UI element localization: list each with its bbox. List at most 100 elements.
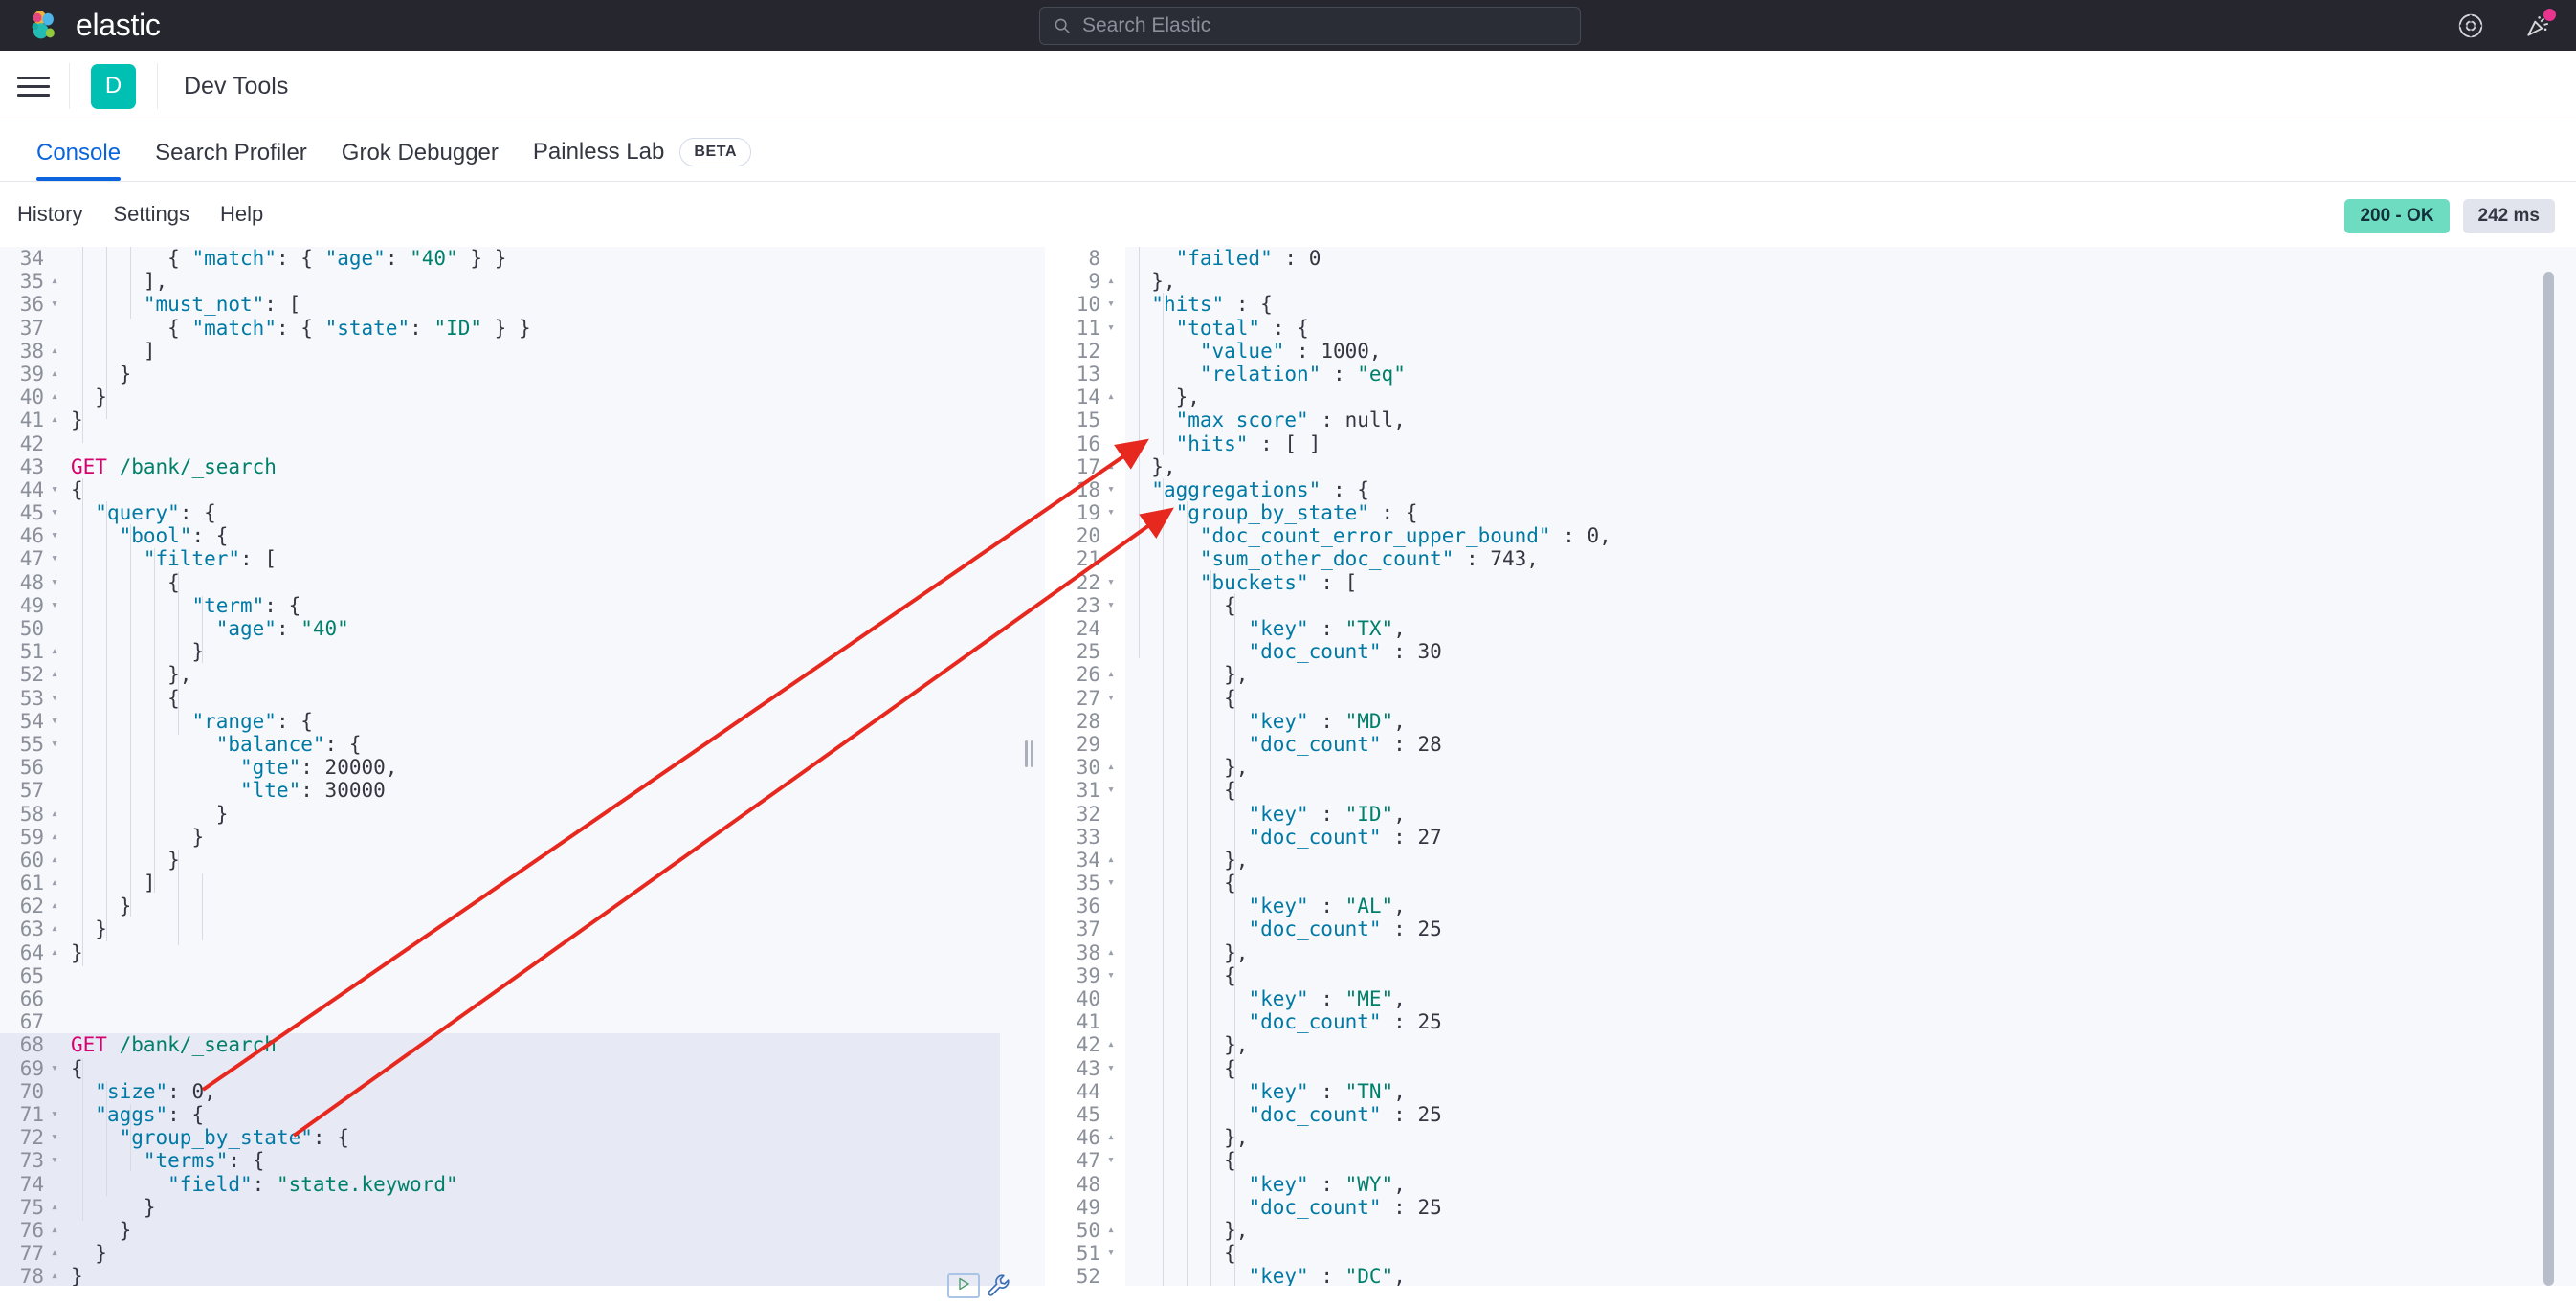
response-output[interactable]: 8 "failed" : 09▴ },10▾ "hits" : {11▾ "to… (1045, 247, 2576, 1286)
code-line[interactable]: 32 "key" : "ID", (1045, 803, 2576, 826)
code-line[interactable]: 64▴} (0, 941, 1000, 964)
code-line[interactable]: 15 "max_score" : null, (1045, 409, 2576, 431)
fold-down-icon[interactable]: ▾ (1102, 779, 1120, 802)
code-line[interactable]: 35▾ { (1045, 872, 2576, 895)
fold-down-icon[interactable]: ▾ (46, 478, 63, 501)
code-line[interactable]: 20 "doc_count_error_upper_bound" : 0, (1045, 524, 2576, 547)
fold-up-icon[interactable]: ▴ (46, 1265, 63, 1286)
send-request-button[interactable] (947, 1273, 980, 1298)
code-line[interactable]: 49 "doc_count" : 25 (1045, 1196, 2576, 1219)
request-tools-button[interactable] (986, 1272, 1012, 1299)
fold-up-icon[interactable]: ▴ (46, 409, 63, 431)
code-line[interactable]: 28 "key" : "MD", (1045, 710, 2576, 733)
fold-up-icon[interactable]: ▴ (46, 1219, 63, 1242)
fold-down-icon[interactable]: ▾ (1102, 1242, 1120, 1265)
fold-down-icon[interactable]: ▾ (1102, 964, 1120, 987)
fold-up-icon[interactable]: ▴ (46, 826, 63, 849)
fold-up-icon[interactable]: ▴ (1102, 270, 1120, 293)
code-line[interactable]: 71▾ "aggs": { (0, 1103, 1000, 1126)
code-line[interactable]: 38▴ }, (1045, 941, 2576, 964)
fold-down-icon[interactable]: ▾ (1102, 687, 1120, 710)
code-line[interactable]: 43▾ { (1045, 1057, 2576, 1080)
fold-down-icon[interactable]: ▾ (46, 501, 63, 524)
code-line[interactable]: 17▴ }, (1045, 455, 2576, 478)
avatar[interactable]: D (91, 64, 136, 109)
code-line[interactable]: 61▴ ] (0, 872, 1000, 895)
code-line[interactable]: 41 "doc_count" : 25 (1045, 1010, 2576, 1033)
code-line[interactable]: 60▴ } (0, 849, 1000, 872)
tab-console[interactable]: Console (19, 140, 138, 181)
fold-up-icon[interactable]: ▴ (1102, 1126, 1120, 1149)
fold-down-icon[interactable]: ▾ (46, 1057, 63, 1080)
code-line[interactable]: 25 "doc_count" : 30 (1045, 640, 2576, 663)
pane-splitter[interactable] (1022, 247, 1035, 1286)
code-line[interactable]: 42 (0, 432, 1000, 455)
fold-down-icon[interactable]: ▾ (46, 293, 63, 316)
fold-down-icon[interactable]: ▾ (1102, 501, 1120, 524)
code-line[interactable]: 70 "size": 0, (0, 1080, 1000, 1103)
code-line[interactable]: 16 "hits" : [ ] (1045, 432, 2576, 455)
fold-down-icon[interactable]: ▾ (46, 710, 63, 733)
code-line[interactable]: 13 "relation" : "eq" (1045, 363, 2576, 386)
help-icon[interactable] (2457, 12, 2484, 39)
code-line[interactable]: 9▴ }, (1045, 270, 2576, 293)
code-line[interactable]: 22▾ "buckets" : [ (1045, 571, 2576, 594)
code-line[interactable]: 29 "doc_count" : 28 (1045, 733, 2576, 756)
code-line[interactable]: 52 "key" : "DC", (1045, 1265, 2576, 1286)
code-line[interactable]: 44 "key" : "TN", (1045, 1080, 2576, 1103)
code-line[interactable]: 54▾ "range": { (0, 710, 1000, 733)
fold-up-icon[interactable]: ▴ (46, 1196, 63, 1219)
fold-down-icon[interactable]: ▾ (1102, 594, 1120, 617)
code-line[interactable]: 44▾{ (0, 478, 1000, 501)
code-line[interactable]: 58▴ } (0, 803, 1000, 826)
code-line[interactable]: 77▴ } (0, 1242, 1000, 1265)
code-line[interactable]: 78▴} (0, 1265, 1000, 1286)
global-search-bar[interactable]: Search Elastic (1039, 7, 1581, 45)
code-line[interactable]: 65 (0, 964, 1000, 987)
hamburger-menu-icon[interactable] (17, 70, 50, 102)
fold-up-icon[interactable]: ▴ (46, 1242, 63, 1265)
search-input[interactable]: Search Elastic (1082, 14, 1210, 37)
fold-down-icon[interactable]: ▾ (46, 1103, 63, 1126)
fold-up-icon[interactable]: ▴ (1102, 386, 1120, 409)
splitter-grip-icon[interactable] (1022, 740, 1035, 767)
code-line[interactable]: 53▾ { (0, 687, 1000, 710)
code-line[interactable]: 63▴ } (0, 917, 1000, 940)
code-line[interactable]: 67 (0, 1010, 1000, 1033)
code-line[interactable]: 72▾ "group_by_state": { (0, 1126, 1000, 1149)
output-scrollbar[interactable] (2543, 272, 2554, 1286)
fold-down-icon[interactable]: ▾ (46, 1126, 63, 1149)
code-line[interactable]: 57 "lte": 30000 (0, 779, 1000, 802)
code-line[interactable]: 8 "failed" : 0 (1045, 247, 2576, 270)
code-line[interactable]: 11▾ "total" : { (1045, 317, 2576, 340)
code-line[interactable]: 18▾ "aggregations" : { (1045, 478, 2576, 501)
fold-up-icon[interactable]: ▴ (46, 941, 63, 964)
fold-down-icon[interactable]: ▾ (46, 571, 63, 594)
fold-down-icon[interactable]: ▾ (1102, 293, 1120, 316)
code-line[interactable]: 34 { "match": { "age": "40" } } (0, 247, 1000, 270)
fold-up-icon[interactable]: ▴ (46, 895, 63, 917)
code-line[interactable]: 26▴ }, (1045, 663, 2576, 686)
code-line[interactable]: 31▾ { (1045, 779, 2576, 802)
code-line[interactable]: 59▴ } (0, 826, 1000, 849)
code-line[interactable]: 39▾ { (1045, 964, 2576, 987)
fold-down-icon[interactable]: ▾ (1102, 872, 1120, 895)
fold-down-icon[interactable]: ▾ (46, 1149, 63, 1172)
fold-down-icon[interactable]: ▾ (1102, 478, 1120, 501)
code-line[interactable]: 73▾ "terms": { (0, 1149, 1000, 1172)
fold-up-icon[interactable]: ▴ (1102, 1033, 1120, 1056)
fold-down-icon[interactable]: ▾ (1102, 1149, 1120, 1172)
settings-button[interactable]: Settings (113, 202, 189, 227)
fold-up-icon[interactable]: ▴ (46, 917, 63, 940)
fold-up-icon[interactable]: ▴ (1102, 455, 1120, 478)
code-line[interactable]: 34▴ }, (1045, 849, 2576, 872)
code-line[interactable]: 69▾{ (0, 1057, 1000, 1080)
help-button[interactable]: Help (220, 202, 263, 227)
fold-up-icon[interactable]: ▴ (1102, 663, 1120, 686)
code-line[interactable]: 75▴ } (0, 1196, 1000, 1219)
code-line[interactable]: 36 "key" : "AL", (1045, 895, 2576, 917)
fold-up-icon[interactable]: ▴ (46, 849, 63, 872)
fold-down-icon[interactable]: ▾ (46, 594, 63, 617)
code-line[interactable]: 37 { "match": { "state": "ID" } } (0, 317, 1000, 340)
fold-down-icon[interactable]: ▾ (46, 524, 63, 547)
